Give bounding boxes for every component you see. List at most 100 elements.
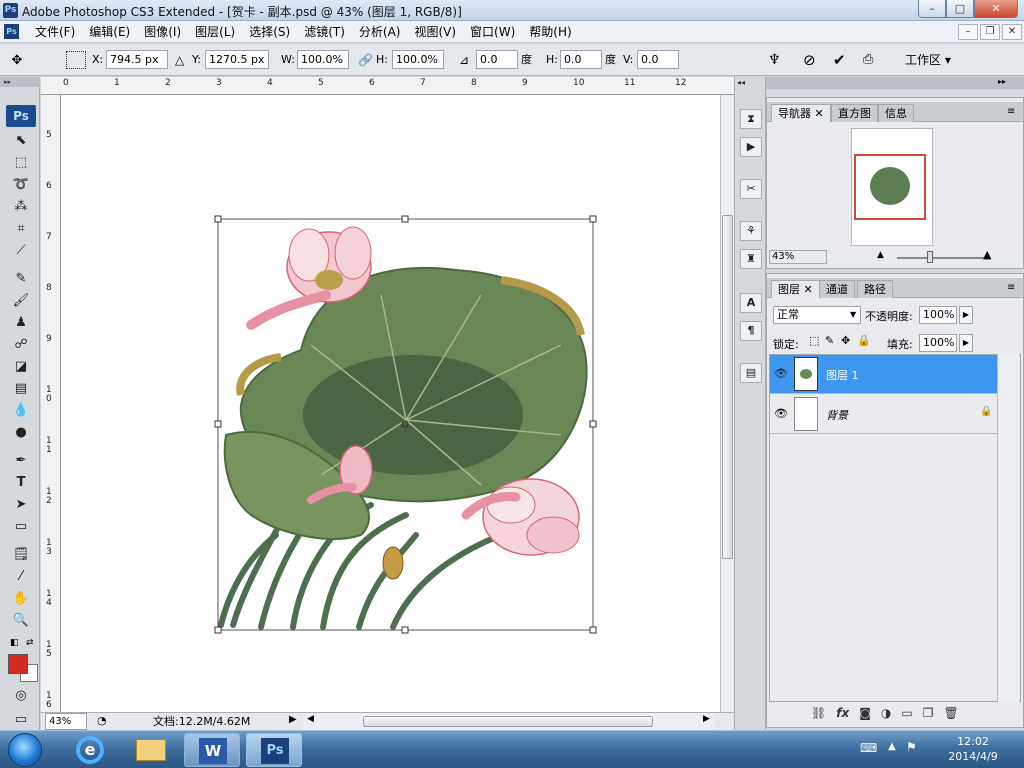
workspace-button[interactable]: 工作区 ▾ — [905, 51, 951, 69]
vertical-scrollbar[interactable] — [720, 95, 734, 712]
maximize-button[interactable]: □ — [946, 0, 974, 18]
actions-panel-icon[interactable]: ▶ — [740, 137, 762, 157]
doc-close-button[interactable]: ✕ — [1002, 24, 1022, 40]
menu-window[interactable]: 窗口(W) — [463, 24, 522, 40]
layer-name[interactable]: 图层 1 — [826, 367, 859, 383]
start-button[interactable] — [8, 733, 42, 767]
handle-top-center[interactable] — [401, 215, 409, 223]
status-arrow-icon[interactable]: ▶ — [289, 714, 297, 725]
vskew-input[interactable]: 0.0 — [637, 50, 679, 69]
scroll-right-icon[interactable]: ▶ — [703, 714, 710, 724]
ie-icon[interactable]: e — [62, 733, 118, 767]
gradient-tool-icon[interactable]: ▤ — [10, 379, 32, 399]
layer-style-fx-icon[interactable]: fx — [836, 706, 849, 720]
document-icon[interactable]: Ps — [4, 24, 19, 39]
cancel-transform-icon[interactable]: ⊘ — [803, 51, 816, 69]
taskbar-clock[interactable]: 12:02 2014/4/9 — [928, 734, 1018, 764]
handle-middle-right[interactable] — [589, 420, 597, 428]
canvas-area[interactable] — [61, 95, 720, 712]
tab-paths[interactable]: 路径 — [857, 280, 893, 298]
menu-file[interactable]: 文件(F) — [28, 24, 82, 40]
status-menu-icon[interactable]: ◔ — [97, 714, 107, 727]
bridge-icon[interactable]: ⎙ — [863, 51, 873, 69]
opacity-slider-button[interactable]: ▶ — [959, 306, 973, 324]
lock-position-icon[interactable]: ✥ — [841, 334, 850, 347]
doc-minimize-button[interactable]: – — [958, 24, 978, 40]
tab-channels[interactable]: 通道 — [819, 280, 855, 298]
menu-analysis[interactable]: 分析(A) — [352, 24, 408, 40]
eraser-tool-icon[interactable]: ◪ — [10, 357, 32, 377]
fill-input[interactable]: 100% — [919, 334, 957, 352]
navigator-zoom-slider-thumb[interactable] — [927, 251, 933, 263]
menu-help[interactable]: 帮助(H) — [522, 24, 578, 40]
handle-bottom-left[interactable] — [214, 626, 222, 634]
lock-all-icon[interactable]: 🔒 — [857, 334, 871, 347]
horizontal-scrollbar[interactable]: ◀ ▶ — [303, 713, 715, 730]
zoom-out-icon[interactable]: ▲ — [877, 250, 884, 260]
adjustment-layer-icon[interactable]: ◑ — [881, 706, 891, 720]
toolbox-grip[interactable]: ▸▸ — [0, 77, 40, 87]
zoom-field[interactable]: 43% — [45, 713, 87, 730]
swap-colors-icon[interactable]: ⇄ — [26, 638, 34, 648]
tool-presets-icon[interactable]: ✂ — [740, 179, 762, 199]
brush-tool-icon[interactable]: 🖌 — [10, 291, 32, 311]
character-panel-icon[interactable]: A — [740, 293, 762, 313]
keyboard-icon[interactable]: ⌨ — [860, 741, 877, 755]
handle-middle-left[interactable] — [214, 420, 222, 428]
navigator-zoom-slider[interactable] — [897, 257, 987, 259]
reference-point-icon[interactable] — [66, 51, 86, 69]
tray-expand-icon[interactable]: ▲ — [888, 741, 896, 752]
delete-layer-icon[interactable]: 🗑 — [943, 706, 958, 720]
lasso-tool-icon[interactable]: ➰ — [10, 175, 32, 195]
zoom-in-icon[interactable]: ▲ — [983, 248, 991, 261]
horizontal-scroll-thumb[interactable] — [363, 716, 653, 727]
y-input[interactable]: 1270.5 px — [205, 50, 269, 69]
tab-info[interactable]: 信息 — [878, 104, 914, 122]
photoshop-app-button[interactable]: Ps — [246, 733, 302, 767]
layer-comps-icon[interactable]: ▤ — [740, 363, 762, 383]
explorer-icon[interactable] — [122, 733, 178, 767]
magic-wand-icon[interactable]: ⁂ — [10, 197, 32, 217]
history-panel-icon[interactable]: ⧗ — [740, 109, 762, 129]
navigator-menu-icon[interactable]: ≡ — [1007, 106, 1015, 117]
path-selection-icon[interactable]: ➤ — [10, 495, 32, 515]
layer-row-background[interactable]: 👁 背景 🔒 — [770, 395, 1018, 434]
link-icon[interactable]: 🔗 — [358, 51, 373, 69]
blend-mode-select[interactable]: 正常 ▼ — [773, 306, 861, 324]
commit-transform-icon[interactable]: ✔ — [833, 51, 846, 69]
visibility-eye-icon[interactable]: 👁 — [774, 367, 788, 380]
layer-row-layer1[interactable]: 👁 图层 1 — [770, 355, 1018, 394]
menu-view[interactable]: 视图(V) — [407, 24, 463, 40]
h-input[interactable]: 100.0% — [392, 50, 444, 69]
tab-navigator[interactable]: 导航器 ✕ — [771, 104, 831, 122]
x-input[interactable]: 794.5 px — [106, 50, 168, 69]
transform-tool-icon[interactable]: ✥ — [6, 52, 28, 70]
w-input[interactable]: 100.0% — [297, 50, 349, 69]
eyedropper-tool-icon[interactable]: ⁄ — [10, 567, 32, 587]
word-app-button[interactable]: W — [184, 733, 240, 767]
menu-filter[interactable]: 滤镜(T) — [297, 24, 352, 40]
delta-icon[interactable]: △ — [175, 51, 184, 69]
panels-expand-icon[interactable]: ▸▸ — [998, 77, 1006, 86]
handle-bottom-center[interactable] — [401, 626, 409, 634]
handle-top-right[interactable] — [589, 215, 597, 223]
new-group-icon[interactable]: ▭ — [901, 706, 912, 720]
tab-layers[interactable]: 图层 ✕ — [771, 280, 820, 298]
fill-slider-button[interactable]: ▶ — [959, 334, 973, 352]
hskew-input[interactable]: 0.0 — [560, 50, 602, 69]
tab-histogram[interactable]: 直方图 — [831, 104, 878, 122]
navigator-preview[interactable] — [851, 128, 933, 246]
hand-tool-icon[interactable]: ✋ — [10, 589, 32, 609]
new-layer-icon[interactable]: ❐ — [923, 706, 934, 720]
lock-image-icon[interactable]: ✎ — [825, 334, 834, 347]
rotate-input[interactable]: 0.0 — [476, 50, 518, 69]
vertical-scroll-thumb[interactable] — [722, 215, 733, 559]
panels-grip[interactable] — [766, 77, 1024, 89]
crop-tool-icon[interactable]: ⌗ — [10, 219, 32, 239]
clone-source-icon[interactable]: ♜ — [740, 249, 762, 269]
link-layers-icon[interactable]: ⛓ — [811, 706, 826, 720]
clone-stamp-icon[interactable]: ♟ — [10, 313, 32, 333]
foreground-color-swatch[interactable] — [8, 654, 28, 674]
action-center-icon[interactable]: ⚑ — [906, 740, 917, 754]
zoom-tool-icon[interactable]: 🔍 — [10, 611, 32, 631]
